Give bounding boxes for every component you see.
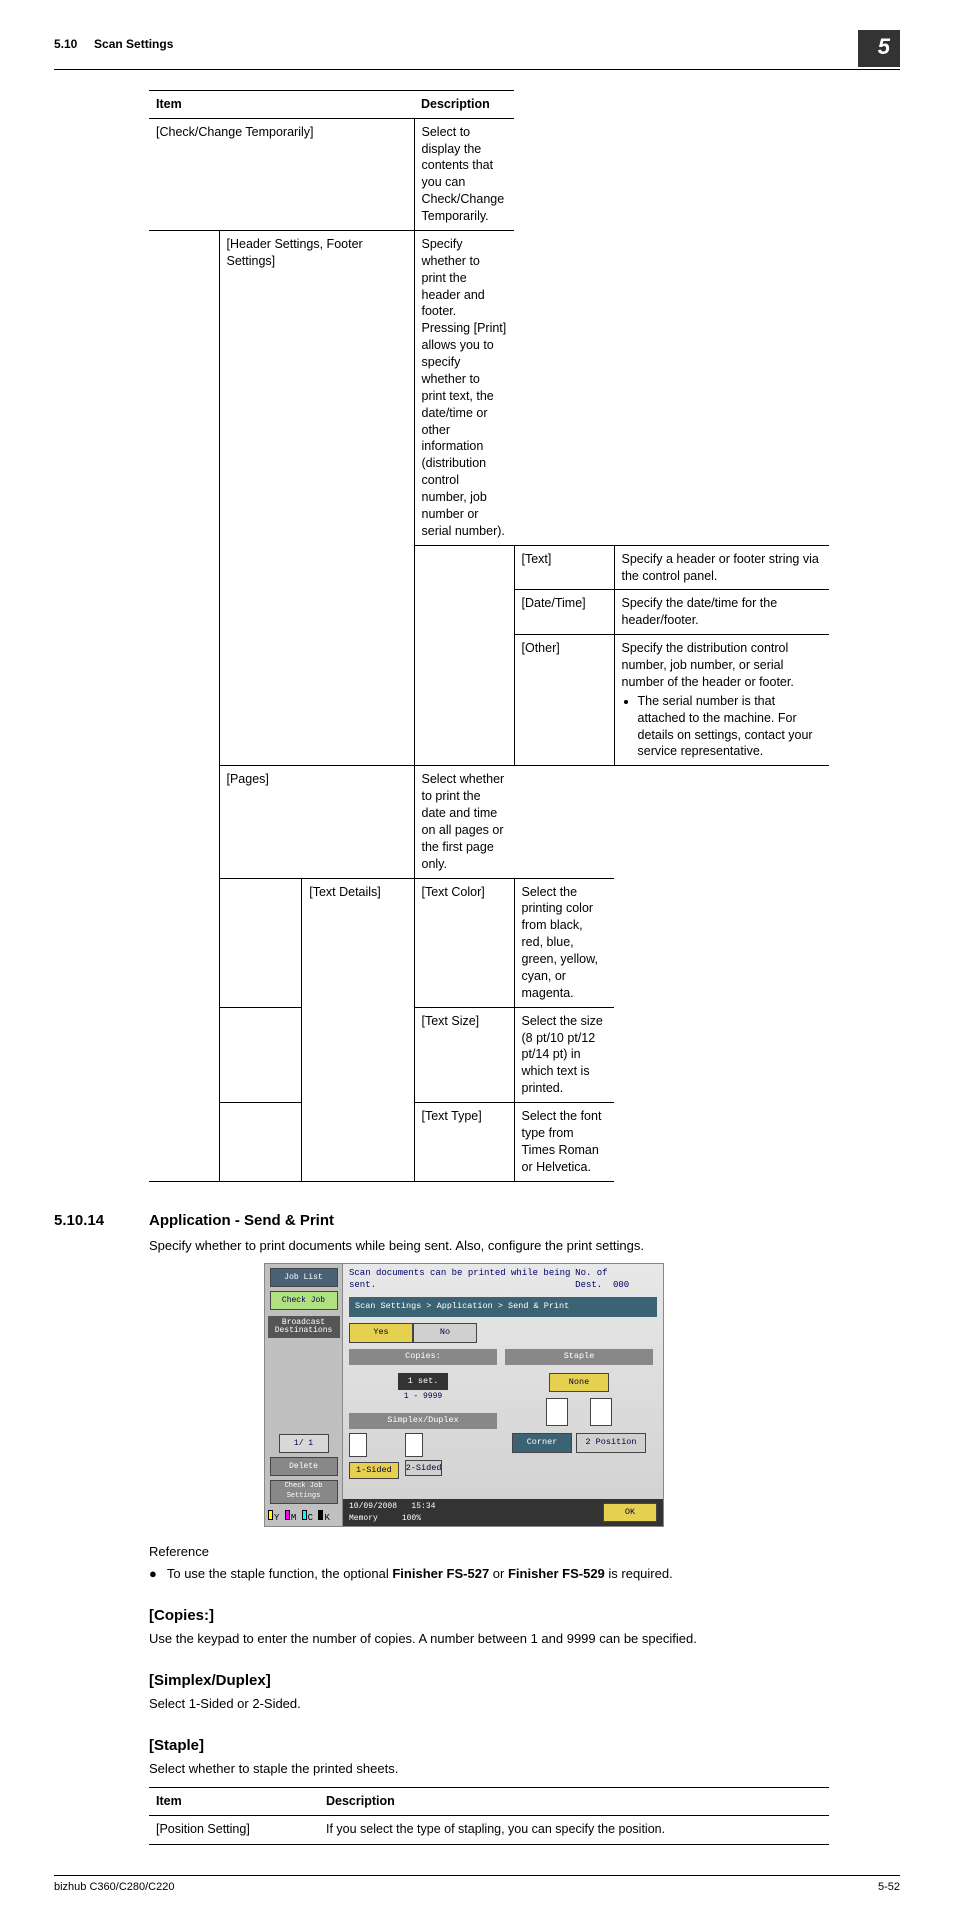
indent-cell [414,545,514,766]
simplex-duplex-label: Simplex/Duplex [349,1413,497,1429]
item-cell: [Text Details] [302,878,414,1181]
two-position-button[interactable]: 2 Position [576,1433,646,1453]
staple-corner-icon [546,1398,568,1426]
ok-button[interactable]: OK [603,1503,657,1523]
item-cell: [Position Setting] [149,1816,319,1845]
subsection-heading: 5.10.14 Application - Send & Print [54,1210,900,1231]
toner-m [285,1510,290,1520]
staple-2pos-icon [590,1398,612,1426]
yes-button[interactable]: Yes [349,1323,413,1343]
col-item: Item [149,90,414,118]
device-panel-screenshot: Job List Check Job Broadcast Destination… [264,1263,664,1527]
item-cell: [Header Settings, Footer Settings] [219,230,414,765]
bullet-icon: ● [149,1565,157,1583]
no-button[interactable]: No [413,1323,477,1343]
pager[interactable]: 1/ 1 [279,1434,329,1453]
reference-bullet: ● To use the staple function, the option… [149,1565,900,1583]
desc-cell: Specify a header or footer string via th… [614,545,829,590]
section-num: 5.10 [54,37,77,51]
page-icon [349,1433,367,1457]
desc-cell: Specify whether to print the header and … [414,230,514,545]
page-footer: bizhub C360/C280/C220 5-52 [54,1875,900,1895]
staple-label: Staple [505,1349,653,1365]
col-desc: Description [319,1787,829,1816]
toner-y [268,1510,273,1520]
none-button[interactable]: None [549,1373,609,1393]
desc-cell: Select the size (8 pt/10 pt/12 pt/14 pt)… [514,1007,614,1102]
reference-label: Reference [149,1543,900,1561]
panel-message: Scan documents can be printed while bein… [349,1267,575,1292]
one-sided-button[interactable]: 1-Sided [349,1462,399,1480]
two-sided-button[interactable]: 2-Sided [405,1460,443,1476]
chapter-number: 5 [858,30,900,67]
memory-label: Memory [349,1514,378,1523]
indent-cell [219,1007,302,1102]
desc-cell: Specify the distribution control number,… [614,635,829,766]
item-cell: [Text] [514,545,614,590]
copies-value: 1 set. [398,1373,449,1391]
col-item: Item [149,1787,319,1816]
staple-table: Item Description [Position Setting] If y… [149,1787,829,1845]
simplex-duplex-text: Select 1-Sided or 2-Sided. [149,1695,900,1713]
job-list-button[interactable]: Job List [270,1268,338,1287]
item-cell: [Text Size] [414,1007,514,1102]
bullet: The serial number is that attached to th… [638,693,823,761]
indent-cell [149,230,219,1181]
desc-cell: Select the printing color from black, re… [514,878,614,1007]
settings-table: Item Description [Check/Change Temporari… [149,90,829,1182]
dest-count: 000 [613,1280,629,1290]
copies-text: Use the keypad to enter the number of co… [149,1630,900,1648]
page-number: 5-52 [878,1880,900,1895]
item-cell: [Pages] [219,766,414,878]
item-cell: [Text Type] [414,1103,514,1182]
toner-k [318,1510,323,1520]
delete-button[interactable]: Delete [270,1457,338,1476]
memory-value: 100% [402,1514,421,1523]
item-cell: [Text Color] [414,878,514,1007]
desc-cell: If you select the type of stapling, you … [319,1816,829,1845]
copies-label: Copies: [349,1349,497,1365]
check-settings-button[interactable]: Check Job Settings [270,1480,338,1504]
page-header: 5.10 Scan Settings 5 [54,36,900,70]
subsection-title: Application - Send & Print [149,1210,334,1231]
desc-cell: Select the font type from Times Roman or… [514,1103,614,1182]
subsection-intro: Specify whether to print documents while… [149,1237,900,1255]
toner-c [302,1510,307,1520]
indent-cell [219,1103,302,1182]
breadcrumb: Scan Settings > Application > Send & Pri… [349,1297,657,1317]
item-cell: [Check/Change Temporarily] [149,118,414,230]
corner-button[interactable]: Corner [512,1433,572,1453]
desc-cell: Specify the date/time for the header/foo… [614,590,829,635]
copies-range: 1 - 9999 [404,1392,442,1401]
page-icon [405,1433,423,1457]
subsection-num: 5.10.14 [54,1210,149,1231]
section-title: Scan Settings [94,37,173,51]
staple-text: Select whether to staple the printed she… [149,1760,900,1778]
model-name: bizhub C360/C280/C220 [54,1880,174,1895]
broadcast-label: Broadcast Destinations [268,1316,340,1338]
status-time: 15:34 [411,1502,435,1511]
desc-cell: Select to display the contents that you … [414,118,514,230]
col-desc: Description [414,90,514,118]
status-date: 10/09/2008 [349,1502,397,1511]
indent-cell [219,878,302,1007]
item-cell: [Date/Time] [514,590,614,635]
simplex-duplex-heading: [Simplex/Duplex] [149,1670,900,1691]
check-job-button[interactable]: Check Job [270,1291,338,1310]
copies-heading: [Copies:] [149,1605,900,1626]
item-cell: [Other] [514,635,614,766]
desc-cell: Select whether to print the date and tim… [414,766,514,878]
staple-heading: [Staple] [149,1735,900,1756]
dest-label: No. of Dest. [575,1268,607,1291]
